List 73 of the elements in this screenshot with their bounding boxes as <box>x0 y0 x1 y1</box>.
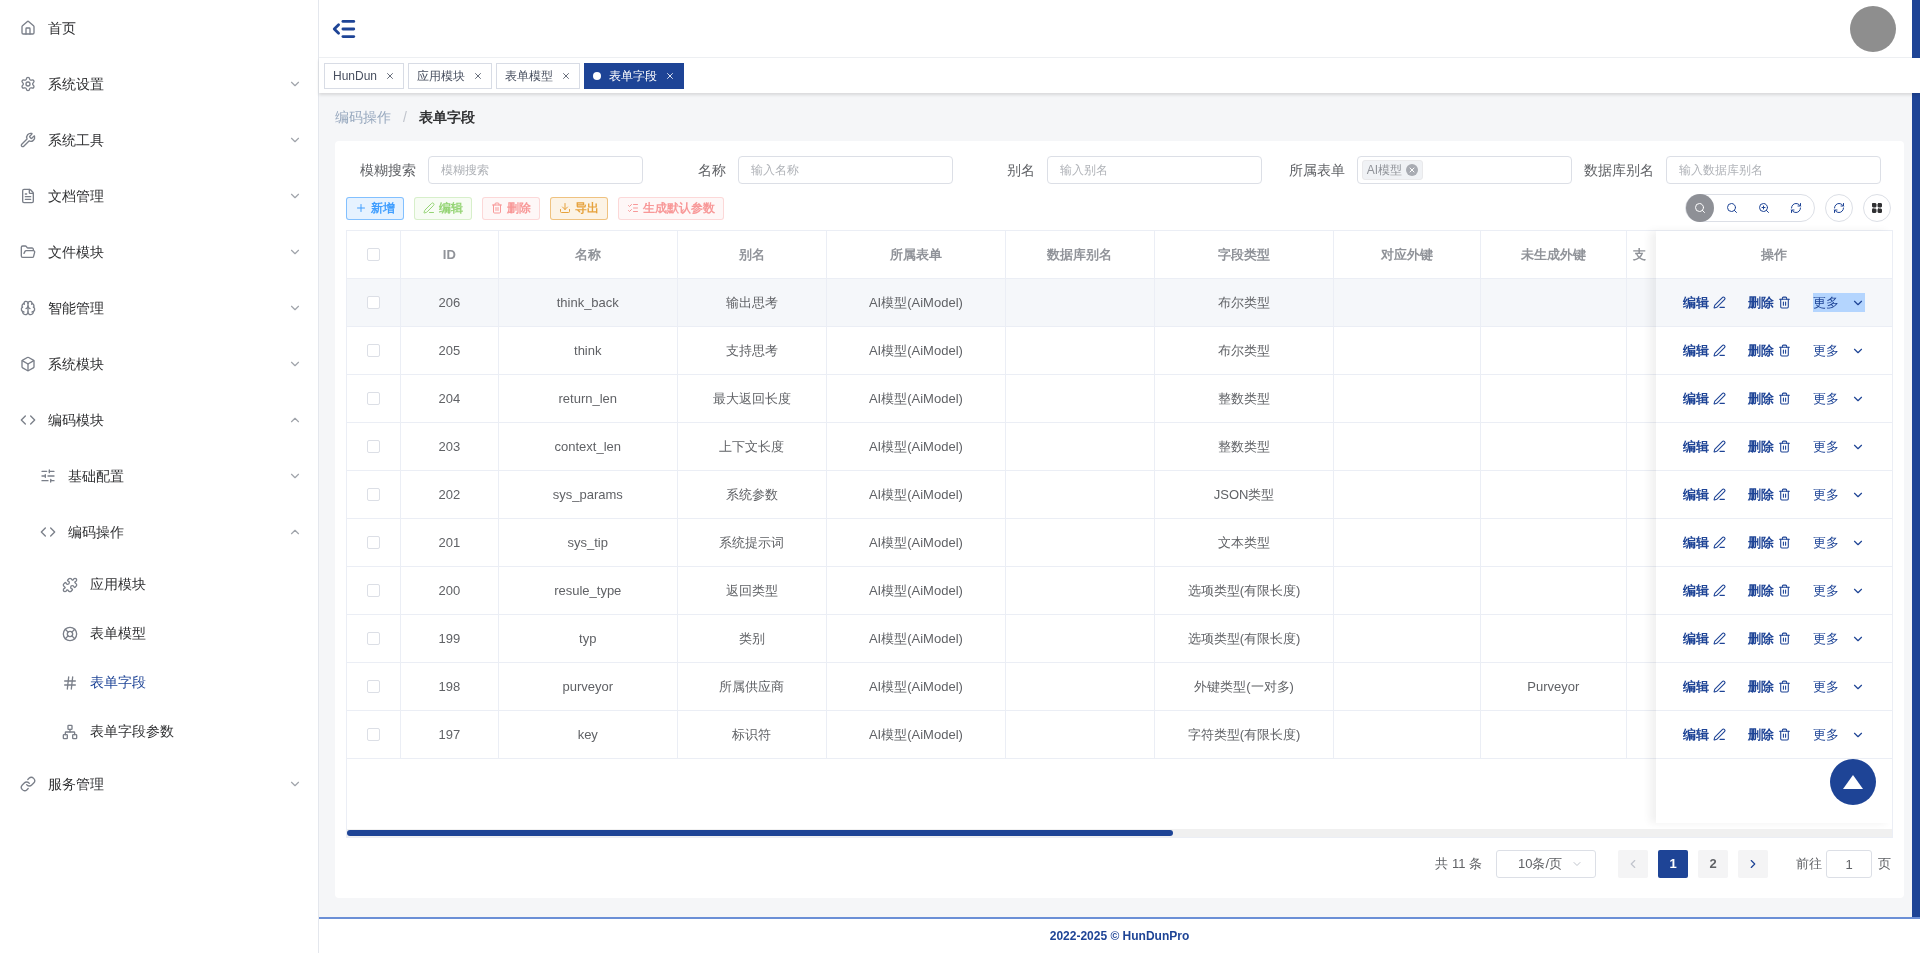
table-cell-text: 201 <box>438 533 461 552</box>
table-cell-text: 类别 <box>738 629 765 648</box>
table-cell-text: AI模型(AiModel) <box>868 389 963 408</box>
table-cell-text: AI模型(AiModel) <box>868 629 963 648</box>
table-cell-text: AI模型(AiModel) <box>868 293 963 312</box>
table-cell-text: 200 <box>438 581 461 600</box>
table-cell-text: 197 <box>438 725 461 744</box>
filter-label: 所属表单 <box>1288 160 1345 180</box>
filter-label: 名称 <box>697 160 726 180</box>
table-cell-text: 203 <box>438 437 461 456</box>
table-cell-text: 标识符 <box>732 725 772 744</box>
table-cell-text: AI模型(AiModel) <box>868 485 963 504</box>
table-cell-text: resule_type <box>554 581 622 600</box>
table-cell-text: 文本类型 <box>1218 533 1271 552</box>
column-header: 操作 <box>1761 245 1787 264</box>
filter-label: 别名 <box>1007 160 1036 180</box>
table-cell-text: sys_tip <box>567 533 608 552</box>
table-cell-text: 整数类型 <box>1218 437 1271 456</box>
table-cell-text: 上下文长度 <box>719 437 785 456</box>
table-cell-text: 选项类型(有限长度) <box>1187 581 1301 600</box>
goto-suffix: 页 <box>1878 855 1891 874</box>
table-cell-text: 198 <box>438 677 461 696</box>
total-count: 共 11 条 <box>1435 855 1482 874</box>
column-header: 所属表单 <box>889 245 942 264</box>
filter-label: 模糊搜索 <box>360 160 417 180</box>
table-cell-text: 输出思考 <box>725 293 778 312</box>
breadcrumb-current: 表单字段 <box>418 107 475 127</box>
table-cell-text: 系统参数 <box>725 485 778 504</box>
column-header: ID <box>442 245 456 264</box>
table-cell-text: think_back <box>556 293 619 312</box>
table-cell-text: 布尔类型 <box>1218 341 1271 360</box>
table-cell-text: purveyor <box>562 677 614 696</box>
table-cell-text: 字符类型(有限长度) <box>1187 725 1301 744</box>
table-cell-text: 最大返回长度 <box>712 389 791 408</box>
table-cell-text: AI模型(AiModel) <box>868 581 963 600</box>
table-cell-text: typ <box>579 629 597 648</box>
column-header: 名称 <box>574 245 601 264</box>
filter-label: 数据库别名 <box>1584 160 1655 180</box>
table-cell-text: AI模型(AiModel) <box>868 677 963 696</box>
table-cell-text: AI模型(AiModel) <box>868 341 963 360</box>
table-cell-text: 选项类型(有限长度) <box>1187 629 1301 648</box>
table-cell-text: 外键类型(一对多) <box>1194 677 1294 696</box>
table-cell-text: AI模型(AiModel) <box>868 725 963 744</box>
tag-label: AI模型 <box>1366 162 1402 179</box>
breadcrumb-separator: / <box>403 107 407 127</box>
column-header: 字段类型 <box>1218 245 1271 264</box>
table-cell-text: 布尔类型 <box>1218 293 1271 312</box>
table-cell-text: 支持思考 <box>725 341 778 360</box>
table-cell-text: Purveyor <box>1527 677 1580 696</box>
table-cell-text: 系统提示词 <box>719 533 785 552</box>
column-header: 未生成外键 <box>1520 245 1586 264</box>
table-cell-text: context_len <box>554 437 621 456</box>
table-cell-text: 205 <box>438 341 461 360</box>
table-cell-text: 202 <box>438 485 461 504</box>
table-cell-text: 返回类型 <box>725 581 778 600</box>
table-cell-text: 199 <box>438 629 461 648</box>
table-cell-text: AI模型(AiModel) <box>868 533 963 552</box>
column-header: 数据库别名 <box>1047 245 1113 264</box>
table-cell-text: 206 <box>438 293 461 312</box>
table-cell-text: 整数类型 <box>1218 389 1271 408</box>
table-cell-text: 所属供应商 <box>719 677 785 696</box>
table-cell-text: JSON类型 <box>1213 485 1275 504</box>
table-cell-text: return_len <box>558 389 618 408</box>
column-header: 对应外键 <box>1380 245 1433 264</box>
table-cell-text: sys_params <box>552 485 623 504</box>
copyright-text: 2022-2025 © HunDunPro <box>1049 928 1190 945</box>
goto-label: 前往 <box>1796 855 1822 874</box>
table-cell-text: key <box>577 725 598 744</box>
column-header: 别名 <box>738 245 765 264</box>
table-cell-text: AI模型(AiModel) <box>868 437 963 456</box>
table-cell-text: think <box>574 341 602 360</box>
table-cell-text: 204 <box>438 389 461 408</box>
column-header: 支 <box>1633 245 1646 264</box>
